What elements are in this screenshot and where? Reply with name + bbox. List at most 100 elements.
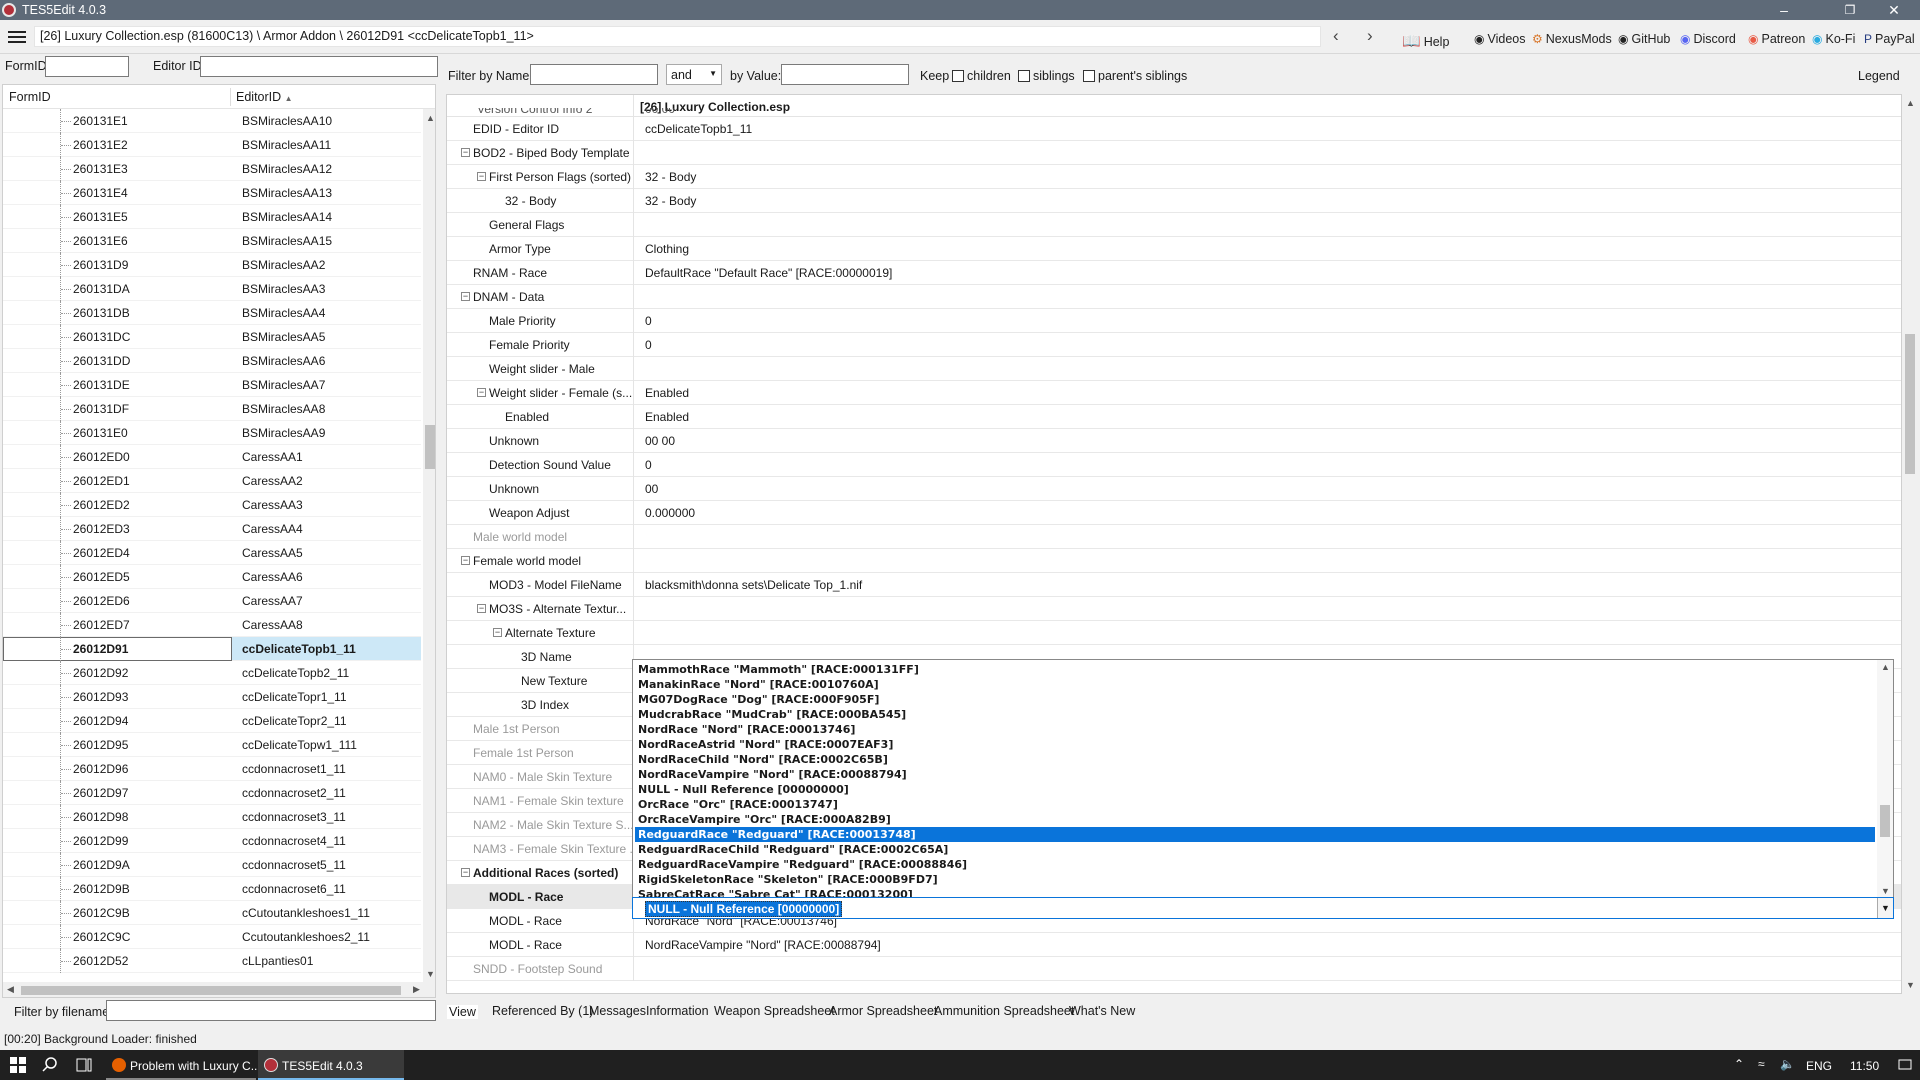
race-combobox[interactable]: NULL - Null Reference [00000000] ▼	[632, 897, 1894, 919]
scroll-left-icon[interactable]: ◀	[7, 984, 14, 995]
record-row[interactable]: Male world model	[447, 525, 1901, 549]
scroll-thumb[interactable]	[425, 425, 435, 469]
legend-button[interactable]: Legend	[1858, 69, 1900, 83]
dropdown-option[interactable]: RedguardRace "Redguard" [RACE:00013748]	[635, 827, 1875, 842]
help-link[interactable]: 📖 Help	[1402, 32, 1449, 50]
table-row[interactable]: 260131DB BSMiraclesAA4	[3, 301, 421, 325]
dropdown-option[interactable]: NordRaceVampire "Nord" [RACE:00088794]	[635, 767, 1875, 782]
tab-referenced-by[interactable]: Referenced By (1)	[492, 1004, 593, 1018]
table-row[interactable]: 26012ED3 CaressAA4	[3, 517, 421, 541]
menu-icon[interactable]	[8, 31, 26, 44]
filter-value-input[interactable]	[781, 64, 909, 85]
table-row[interactable]: 26012D96 ccdonnacroset1_11	[3, 757, 421, 781]
right-vertical-scrollbar[interactable]: ▲ ▼	[1902, 94, 1918, 994]
start-icon[interactable]	[10, 1050, 30, 1080]
collapse-icon[interactable]: −	[493, 628, 502, 637]
collapse-icon[interactable]: −	[477, 388, 486, 397]
minimize-button[interactable]: –	[1762, 1, 1806, 19]
dropdown-scroll-thumb[interactable]	[1880, 805, 1890, 837]
forward-arrow-icon[interactable]: ›	[1367, 26, 1373, 46]
tab-whats-new[interactable]: What's New	[1069, 1004, 1135, 1018]
collapse-icon[interactable]: −	[477, 604, 486, 613]
table-row[interactable]: 260131D9 BSMiraclesAA2	[3, 253, 421, 277]
scroll-down-icon[interactable]: ▼	[1881, 886, 1890, 896]
dropdown-option[interactable]: OrcRace "Orc" [RACE:00013747]	[635, 797, 1875, 812]
record-row[interactable]: − Alternate Texture	[447, 621, 1901, 645]
dropdown-scrollbar[interactable]: ▲ ▼	[1877, 660, 1893, 898]
dropdown-option[interactable]: RedguardRaceChild "Redguard" [RACE:0002C…	[635, 842, 1875, 857]
record-row[interactable]: − Weight slider - Female (s... Enabled	[447, 381, 1901, 405]
table-row[interactable]: 26012D92 ccDelicateTopb2_11	[3, 661, 421, 685]
dropdown-option[interactable]: NordRaceChild "Nord" [RACE:0002C65B]	[635, 752, 1875, 767]
scroll-right-icon[interactable]: ▶	[413, 984, 420, 995]
tab-armor-spreadsheet[interactable]: Armor Spreadsheet	[829, 1004, 937, 1018]
table-row[interactable]: 26012D97 ccdonnacroset2_11	[3, 781, 421, 805]
tab-messages[interactable]: Messages	[589, 1004, 646, 1018]
taskbar-tes5edit[interactable]: TES5Edit 4.0.3	[258, 1050, 404, 1080]
formid-input[interactable]	[45, 56, 129, 77]
table-row[interactable]: 260131E2 BSMiraclesAA11	[3, 133, 421, 157]
table-row[interactable]: 26012ED4 CaressAA5	[3, 541, 421, 565]
table-row[interactable]: 26012D91 ccDelicateTopb1_11	[3, 637, 421, 661]
table-row[interactable]: 260131E0 BSMiraclesAA9	[3, 421, 421, 445]
scroll-down-icon[interactable]: ▼	[1906, 980, 1915, 990]
table-row[interactable]: 260131E3 BSMiraclesAA12	[3, 157, 421, 181]
table-row[interactable]: 260131E1 BSMiraclesAA10	[3, 109, 421, 133]
siblings-checkbox[interactable]: siblings	[1018, 69, 1075, 83]
scroll-up-icon[interactable]: ▲	[1881, 662, 1890, 672]
collapse-icon[interactable]: −	[477, 172, 486, 181]
dropdown-option[interactable]: MammothRace "Mammoth" [RACE:000131FF]	[635, 662, 1875, 677]
record-row[interactable]: − MO3S - Alternate Textur...	[447, 597, 1901, 621]
table-row[interactable]: 26012D52 cLLpanties01	[3, 949, 421, 973]
discord-link[interactable]: ◉ Discord	[1680, 32, 1736, 46]
close-button[interactable]: ✕	[1872, 1, 1916, 19]
record-row[interactable]: MOD3 - Model FileName blacksmith\donna se…	[447, 573, 1901, 597]
table-row[interactable]: 260131DF BSMiraclesAA8	[3, 397, 421, 421]
record-row[interactable]: − BOD2 - Biped Body Template	[447, 141, 1901, 165]
col-formid[interactable]: FormID	[9, 90, 51, 104]
record-row[interactable]: − DNAM - Data	[447, 285, 1901, 309]
tab-weapon-spreadsheet[interactable]: Weapon Spreadsheet	[714, 1004, 835, 1018]
table-row[interactable]: 26012D93 ccDelicateTopr1_11	[3, 685, 421, 709]
record-row[interactable]: Detection Sound Value 0	[447, 453, 1901, 477]
collapse-icon[interactable]: −	[461, 292, 470, 301]
tab-ammunition-spreadsheet[interactable]: Ammunition Spreadsheet	[934, 1004, 1074, 1018]
record-row[interactable]: SNDD - Footstep Sound	[447, 957, 1901, 981]
record-row[interactable]: EDID - Editor ID ccDelicateTopb1_11	[447, 117, 1901, 141]
table-row[interactable]: 26012D9B ccdonnacroset6_11	[3, 877, 421, 901]
restore-button[interactable]: ❐	[1828, 1, 1872, 19]
table-row[interactable]: 260131E6 BSMiraclesAA15	[3, 229, 421, 253]
table-row[interactable]: 260131E5 BSMiraclesAA14	[3, 205, 421, 229]
col-editorid[interactable]: EditorID ▲	[236, 90, 293, 104]
videos-link[interactable]: ◉ Videos	[1474, 32, 1525, 46]
record-row[interactable]: Weapon Adjust 0.000000	[447, 501, 1901, 525]
kofi-link[interactable]: ◉ Ko-Fi	[1812, 32, 1855, 46]
table-row[interactable]: 260131DA BSMiraclesAA3	[3, 277, 421, 301]
collapse-icon[interactable]: −	[461, 148, 470, 157]
table-row[interactable]: 260131DE BSMiraclesAA7	[3, 373, 421, 397]
tray-chevron-icon[interactable]: ⌃	[1734, 1050, 1750, 1080]
table-row[interactable]: 26012C9C Ccutoutankleshoes2_11	[3, 925, 421, 949]
patreon-link[interactable]: ◉ Patreon	[1748, 32, 1805, 46]
scroll-up-icon[interactable]: ▲	[426, 113, 435, 123]
and-select[interactable]: and ▼	[666, 64, 722, 85]
dropdown-option[interactable]: NordRace "Nord" [RACE:00013746]	[635, 722, 1875, 737]
table-row[interactable]: 26012D98 ccdonnacroset3_11	[3, 805, 421, 829]
filter-name-input[interactable]	[530, 64, 658, 85]
dropdown-option[interactable]: NordRaceAstrid "Nord" [RACE:0007EAF3]	[635, 737, 1875, 752]
scroll-thumb[interactable]	[1905, 334, 1915, 474]
table-row[interactable]: 26012D94 ccDelicateTopr2_11	[3, 709, 421, 733]
table-row[interactable]: 26012ED0 CaressAA1	[3, 445, 421, 469]
scroll-up-icon[interactable]: ▲	[1906, 98, 1915, 108]
table-row[interactable]: 26012ED6 CaressAA7	[3, 589, 421, 613]
notifications-icon[interactable]	[1898, 1050, 1916, 1080]
dropdown-option[interactable]: OrcRaceVampire "Orc" [RACE:000A82B9]	[635, 812, 1875, 827]
volume-icon[interactable]: 🔈	[1780, 1050, 1796, 1080]
dropdown-option[interactable]: NULL - Null Reference [00000000]	[635, 782, 1875, 797]
table-row[interactable]: 26012C9B cCutoutankleshoes1_11	[3, 901, 421, 925]
scroll-down-icon[interactable]: ▼	[426, 969, 435, 979]
record-row[interactable]: Unknown 00 00	[447, 429, 1901, 453]
table-row[interactable]: 260131DD BSMiraclesAA6	[3, 349, 421, 373]
collapse-icon[interactable]: −	[461, 556, 470, 565]
record-row[interactable]: MODL - Race NordRaceVampire "Nord" [RACE:…	[447, 933, 1901, 957]
